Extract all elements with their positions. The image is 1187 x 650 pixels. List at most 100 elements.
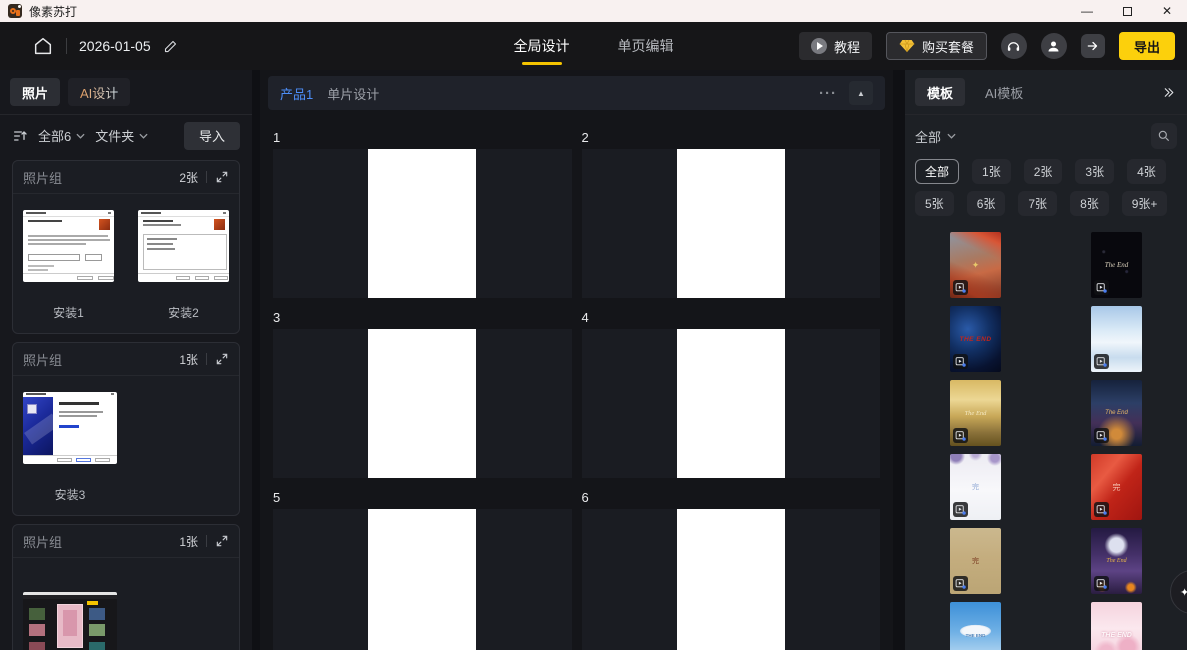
pages-grid: 1 2 3 4 5 6 bbox=[260, 110, 893, 650]
template-red-wan[interactable]: 完 bbox=[1091, 454, 1142, 520]
photo-label: 安装1 bbox=[23, 304, 114, 319]
page-canvas-5[interactable] bbox=[273, 509, 572, 650]
sort-icon[interactable] bbox=[12, 128, 28, 144]
page-number: 4 bbox=[582, 310, 881, 325]
maximize-button[interactable] bbox=[1107, 0, 1147, 22]
search-button[interactable] bbox=[1151, 123, 1177, 149]
chip-5[interactable]: 5张 bbox=[915, 191, 954, 216]
photo-count: 1张 bbox=[179, 533, 198, 550]
logout-arrow-icon[interactable] bbox=[1081, 34, 1105, 58]
page-item: 1 bbox=[273, 130, 572, 298]
multi-page-badge-icon bbox=[953, 280, 968, 295]
tab-global-design[interactable]: 全局设计 bbox=[514, 22, 570, 70]
maximize-icon bbox=[1123, 7, 1132, 16]
template-winter-snow[interactable] bbox=[1091, 306, 1142, 372]
page-canvas-2[interactable] bbox=[582, 149, 881, 298]
chevron-down-icon bbox=[139, 133, 148, 139]
chip-all[interactable]: 全部 bbox=[915, 159, 959, 184]
page-item: 2 bbox=[582, 130, 881, 298]
support-headphones-icon[interactable] bbox=[1001, 33, 1027, 59]
diamond-icon bbox=[899, 39, 915, 53]
photo-thumbnail-installer1[interactable] bbox=[23, 210, 114, 282]
page-blank[interactable] bbox=[677, 329, 785, 478]
expand-icon[interactable] bbox=[215, 170, 229, 184]
photo-label: 安装3 bbox=[23, 486, 117, 501]
buy-plan-button[interactable]: 购买套餐 bbox=[886, 32, 987, 60]
chevron-down-icon bbox=[76, 133, 85, 139]
chip-9plus[interactable]: 9张+ bbox=[1122, 191, 1168, 216]
multi-page-badge-icon bbox=[1094, 576, 1109, 591]
chip-8[interactable]: 8张 bbox=[1070, 191, 1109, 216]
export-button[interactable]: 导出 bbox=[1119, 32, 1175, 60]
page-item: 4 bbox=[582, 310, 881, 478]
template-beige-scroll[interactable]: 完 bbox=[950, 528, 1001, 594]
page-canvas-3[interactable] bbox=[273, 329, 572, 478]
double-chevron-collapse-icon[interactable] bbox=[1162, 86, 1177, 99]
tab-single-page-edit[interactable]: 单页编辑 bbox=[618, 22, 674, 70]
page-blank[interactable] bbox=[368, 149, 476, 298]
page-number: 5 bbox=[273, 490, 572, 505]
page-item: 6 bbox=[582, 490, 881, 650]
chip-7[interactable]: 7张 bbox=[1018, 191, 1057, 216]
template-category-dropdown[interactable]: 全部 bbox=[915, 127, 956, 146]
group-title: 照片组 bbox=[23, 350, 62, 369]
tab-ai-design[interactable]: AI设计 bbox=[68, 78, 130, 106]
template-starry-the-end[interactable]: The End bbox=[1091, 232, 1142, 298]
product-tab[interactable]: 产品1 bbox=[280, 84, 313, 103]
template-golden-forest[interactable]: The End bbox=[950, 380, 1001, 446]
page-canvas-1[interactable] bbox=[273, 149, 572, 298]
photo-group-card: 照片组 2张 bbox=[12, 160, 240, 334]
chip-4[interactable]: 4张 bbox=[1127, 159, 1166, 184]
template-electric-blue[interactable]: THE END bbox=[950, 306, 1001, 372]
multi-page-badge-icon bbox=[1094, 354, 1109, 369]
tab-ai-templates[interactable]: AI模板 bbox=[973, 78, 1035, 106]
page-blank[interactable] bbox=[677, 509, 785, 650]
template-night-castle[interactable]: The End bbox=[1091, 380, 1142, 446]
project-title: 2026-01-05 bbox=[79, 38, 151, 54]
more-options-icon[interactable]: ··· bbox=[819, 85, 837, 102]
tutorial-button[interactable]: 教程 bbox=[799, 32, 872, 60]
tab-photos[interactable]: 照片 bbox=[10, 78, 60, 106]
home-icon[interactable] bbox=[32, 35, 54, 57]
page-blank[interactable] bbox=[368, 329, 476, 478]
photo-item: 安装2 bbox=[138, 210, 229, 319]
top-nav-bar: 2026-01-05 全局设计 单页编辑 教程 购买套餐 导出 bbox=[0, 22, 1187, 70]
template-pink-clouds[interactable]: THE END bbox=[1091, 602, 1142, 650]
edit-pencil-icon[interactable] bbox=[163, 39, 178, 54]
window-title: 像素苏打 bbox=[29, 3, 77, 20]
filter-all-dropdown[interactable]: 全部6 bbox=[38, 126, 85, 145]
photo-thumbnail-installer2[interactable] bbox=[138, 210, 229, 282]
template-sunset-red-ribbon[interactable]: ✦ bbox=[950, 232, 1001, 298]
chip-6[interactable]: 6张 bbox=[967, 191, 1006, 216]
chip-3[interactable]: 3张 bbox=[1075, 159, 1114, 184]
chip-2[interactable]: 2张 bbox=[1024, 159, 1063, 184]
photo-thumbnail-installer3[interactable] bbox=[23, 392, 117, 464]
page-blank[interactable] bbox=[677, 149, 785, 298]
import-button[interactable]: 导入 bbox=[184, 122, 240, 150]
minimize-button[interactable]: — bbox=[1067, 0, 1107, 22]
photo-thumbnail-app-screenshot[interactable] bbox=[23, 592, 117, 650]
play-icon bbox=[811, 38, 827, 54]
expand-icon[interactable] bbox=[215, 534, 229, 548]
group-title: 照片组 bbox=[23, 168, 62, 187]
template-wisteria-white[interactable]: 完 bbox=[950, 454, 1001, 520]
app-logo-icon bbox=[8, 4, 22, 18]
folder-dropdown[interactable]: 文件夹 bbox=[95, 126, 148, 145]
user-account-icon[interactable] bbox=[1041, 33, 1067, 59]
single-piece-design-tab[interactable]: 单片设计 bbox=[327, 84, 379, 103]
chip-1[interactable]: 1张 bbox=[972, 159, 1011, 184]
main-area: 照片 AI设计 全部6 文件夹 导入 照片组 bbox=[0, 70, 1187, 650]
page-canvas-4[interactable] bbox=[582, 329, 881, 478]
window-controls: — ✕ bbox=[1067, 0, 1187, 22]
chevron-down-icon bbox=[947, 133, 956, 139]
multi-page-badge-icon bbox=[953, 576, 968, 591]
template-sky-blimp[interactable]: THE END bbox=[950, 602, 1001, 650]
multi-page-badge-icon bbox=[1094, 428, 1109, 443]
tab-templates[interactable]: 模板 bbox=[915, 78, 965, 106]
page-canvas-6[interactable] bbox=[582, 509, 881, 650]
page-blank[interactable] bbox=[368, 509, 476, 650]
expand-icon[interactable] bbox=[215, 352, 229, 366]
close-button[interactable]: ✕ bbox=[1147, 0, 1187, 22]
collapse-panel-button[interactable]: ▲ bbox=[849, 81, 873, 105]
template-halloween-castle[interactable]: The End bbox=[1091, 528, 1142, 594]
